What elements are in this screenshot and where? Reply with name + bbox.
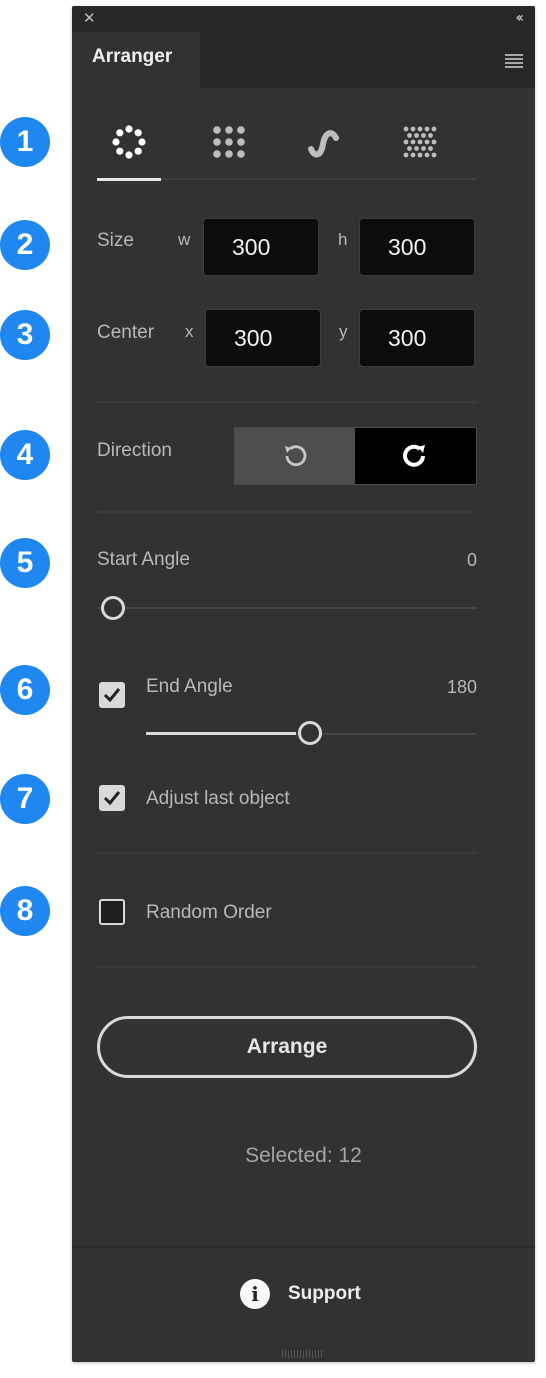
callout-badge-5: 5 <box>0 538 50 588</box>
center-y-label: y <box>339 322 348 341</box>
rotate-ccw-icon <box>285 445 307 467</box>
width-field[interactable]: 300 <box>203 218 319 276</box>
arranger-panel: ✕ ‹‹ Arranger Size w 300 h 300 Center x … <box>72 6 535 1362</box>
adjust-last-object-label: Adjust last object <box>146 788 290 809</box>
hex-dot-grid-icon <box>403 126 437 158</box>
callout-badge-2: 2 <box>0 220 50 270</box>
arrange-button[interactable]: Arrange <box>97 1016 477 1078</box>
divider <box>97 852 477 854</box>
selected-count: Selected: 12 <box>245 1144 362 1167</box>
callout-badge-7: 7 <box>0 774 50 824</box>
collapse-icon[interactable]: ‹‹ <box>515 8 523 28</box>
clockwise-button[interactable] <box>355 428 476 484</box>
hamburger-menu-icon[interactable] <box>505 54 523 68</box>
info-icon: i <box>240 1279 270 1309</box>
callout-badge-4: 4 <box>0 430 50 480</box>
dotted-circle-icon <box>112 125 146 159</box>
random-order-checkbox[interactable] <box>99 899 125 925</box>
adjust-last-object-checkbox[interactable] <box>99 785 125 811</box>
rotate-cw-icon <box>403 444 425 467</box>
size-label: Size <box>97 230 134 251</box>
tab-grid-layout[interactable] <box>197 116 261 178</box>
callout-badge-1: 1 <box>0 117 50 167</box>
end-angle-thumb[interactable] <box>298 721 322 745</box>
end-angle-value: 180 <box>446 677 477 697</box>
support-link[interactable]: i Support <box>240 1278 361 1310</box>
support-label: Support <box>288 1283 361 1304</box>
random-order-label: Random Order <box>146 902 272 923</box>
width-label: w <box>178 230 191 249</box>
close-icon[interactable]: ✕ <box>83 8 96 28</box>
direction-label: Direction <box>97 440 172 461</box>
callout-badge-8: 8 <box>0 886 50 936</box>
tab-circle-layout[interactable] <box>97 116 161 181</box>
start-angle-track[interactable] <box>97 607 477 609</box>
start-angle-value: 0 <box>466 550 477 570</box>
counterclockwise-button[interactable] <box>235 428 355 484</box>
tab-hex-grid-layout[interactable] <box>387 116 451 178</box>
height-field[interactable]: 300 <box>359 218 475 276</box>
divider <box>97 401 477 403</box>
height-label: h <box>338 230 348 249</box>
tab-wave-layout[interactable] <box>292 116 356 178</box>
panel-tab-bar: Arranger <box>72 32 535 88</box>
divider <box>97 511 477 513</box>
center-x-label: x <box>185 322 194 341</box>
callout-badge-3: 3 <box>0 310 50 360</box>
dot-grid-icon <box>213 126 245 158</box>
center-y-field[interactable]: 300 <box>359 309 475 367</box>
tab-arranger-label: Arranger <box>92 46 173 67</box>
checkmark-icon <box>103 791 121 806</box>
end-angle-checkbox[interactable] <box>99 682 125 708</box>
end-angle-track-fill <box>146 732 296 735</box>
wave-icon <box>308 130 339 158</box>
center-x-field[interactable]: 300 <box>205 309 321 367</box>
direction-toggle <box>234 427 477 485</box>
center-label: Center <box>97 322 155 343</box>
start-angle-label: Start Angle <box>97 549 190 570</box>
divider <box>97 966 477 968</box>
resize-grip[interactable] <box>282 1350 324 1358</box>
callout-badge-6: 6 <box>0 665 50 715</box>
panel-footer: i Support <box>72 1246 535 1352</box>
start-angle-thumb[interactable] <box>101 596 125 620</box>
panel-title-strip: ✕ ‹‹ <box>72 6 535 32</box>
checkmark-icon <box>103 688 121 703</box>
layout-mode-tabs <box>97 116 477 181</box>
tab-arranger[interactable]: Arranger <box>72 32 200 88</box>
end-angle-label: End Angle <box>146 676 233 697</box>
